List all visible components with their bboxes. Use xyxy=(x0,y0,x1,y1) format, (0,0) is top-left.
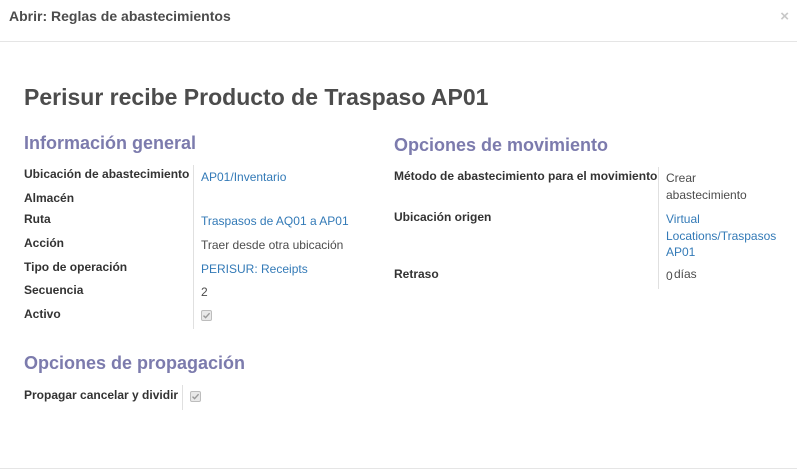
delay-label: Retraso xyxy=(394,267,439,281)
operation-type-link[interactable]: PERISUR: Receipts xyxy=(201,261,308,278)
check-icon xyxy=(203,312,211,319)
label-divider xyxy=(182,385,183,410)
propagate-label: Propagar cancelar y dividir xyxy=(24,388,179,402)
action-value[interactable]: Traer desde otra ubicación xyxy=(201,237,343,254)
dialog-title: Abrir: Reglas de abastecimientos xyxy=(9,8,231,24)
dialog-header: Abrir: Reglas de abastecimientos × xyxy=(0,0,797,42)
route-link[interactable]: Traspasos de AQ01 a AP01 xyxy=(201,213,349,230)
operation-type-label: Tipo de operación xyxy=(24,260,128,274)
active-label: Activo xyxy=(24,307,61,321)
general-section-title: Información general xyxy=(24,133,197,153)
source-location-label: Ubicación origen xyxy=(394,210,492,224)
active-checkbox[interactable] xyxy=(201,310,212,321)
procure-method-label: Método de abastecimiento para el movimie… xyxy=(394,169,658,183)
record-title: Perisur recibe Producto de Traspaso AP01 xyxy=(24,84,489,110)
label-divider xyxy=(193,165,194,329)
delay-unit: días xyxy=(674,267,697,281)
label-divider xyxy=(658,167,659,289)
warehouse-label: Almacén xyxy=(24,191,75,205)
delay-value[interactable]: 0 xyxy=(666,268,673,285)
propagate-checkbox[interactable] xyxy=(190,391,201,402)
procure-method-value[interactable]: Crear xyxy=(666,170,696,187)
sequence-label: Secuencia xyxy=(24,283,84,297)
route-label: Ruta xyxy=(24,212,51,226)
footer-divider xyxy=(0,468,797,469)
supply-location-label: Ubicación de abastecimiento xyxy=(24,167,190,181)
sequence-value[interactable]: 2 xyxy=(201,284,208,301)
check-icon xyxy=(192,393,200,400)
dialog: Abrir: Reglas de abastecimientos × Peris… xyxy=(0,0,797,470)
movement-section-title: Opciones de movimiento xyxy=(394,135,609,155)
source-location-link-cont[interactable]: Locations/Traspasos xyxy=(666,228,776,245)
source-location-link[interactable]: Virtual xyxy=(666,211,700,228)
propagation-section-title: Opciones de propagación xyxy=(24,353,246,373)
procure-method-value-cont[interactable]: abastecimiento xyxy=(666,187,747,204)
action-label: Acción xyxy=(24,236,65,250)
source-location-link-end[interactable]: AP01 xyxy=(666,244,695,261)
supply-location-link[interactable]: AP01/Inventario xyxy=(201,169,286,186)
close-icon[interactable]: × xyxy=(780,9,789,24)
